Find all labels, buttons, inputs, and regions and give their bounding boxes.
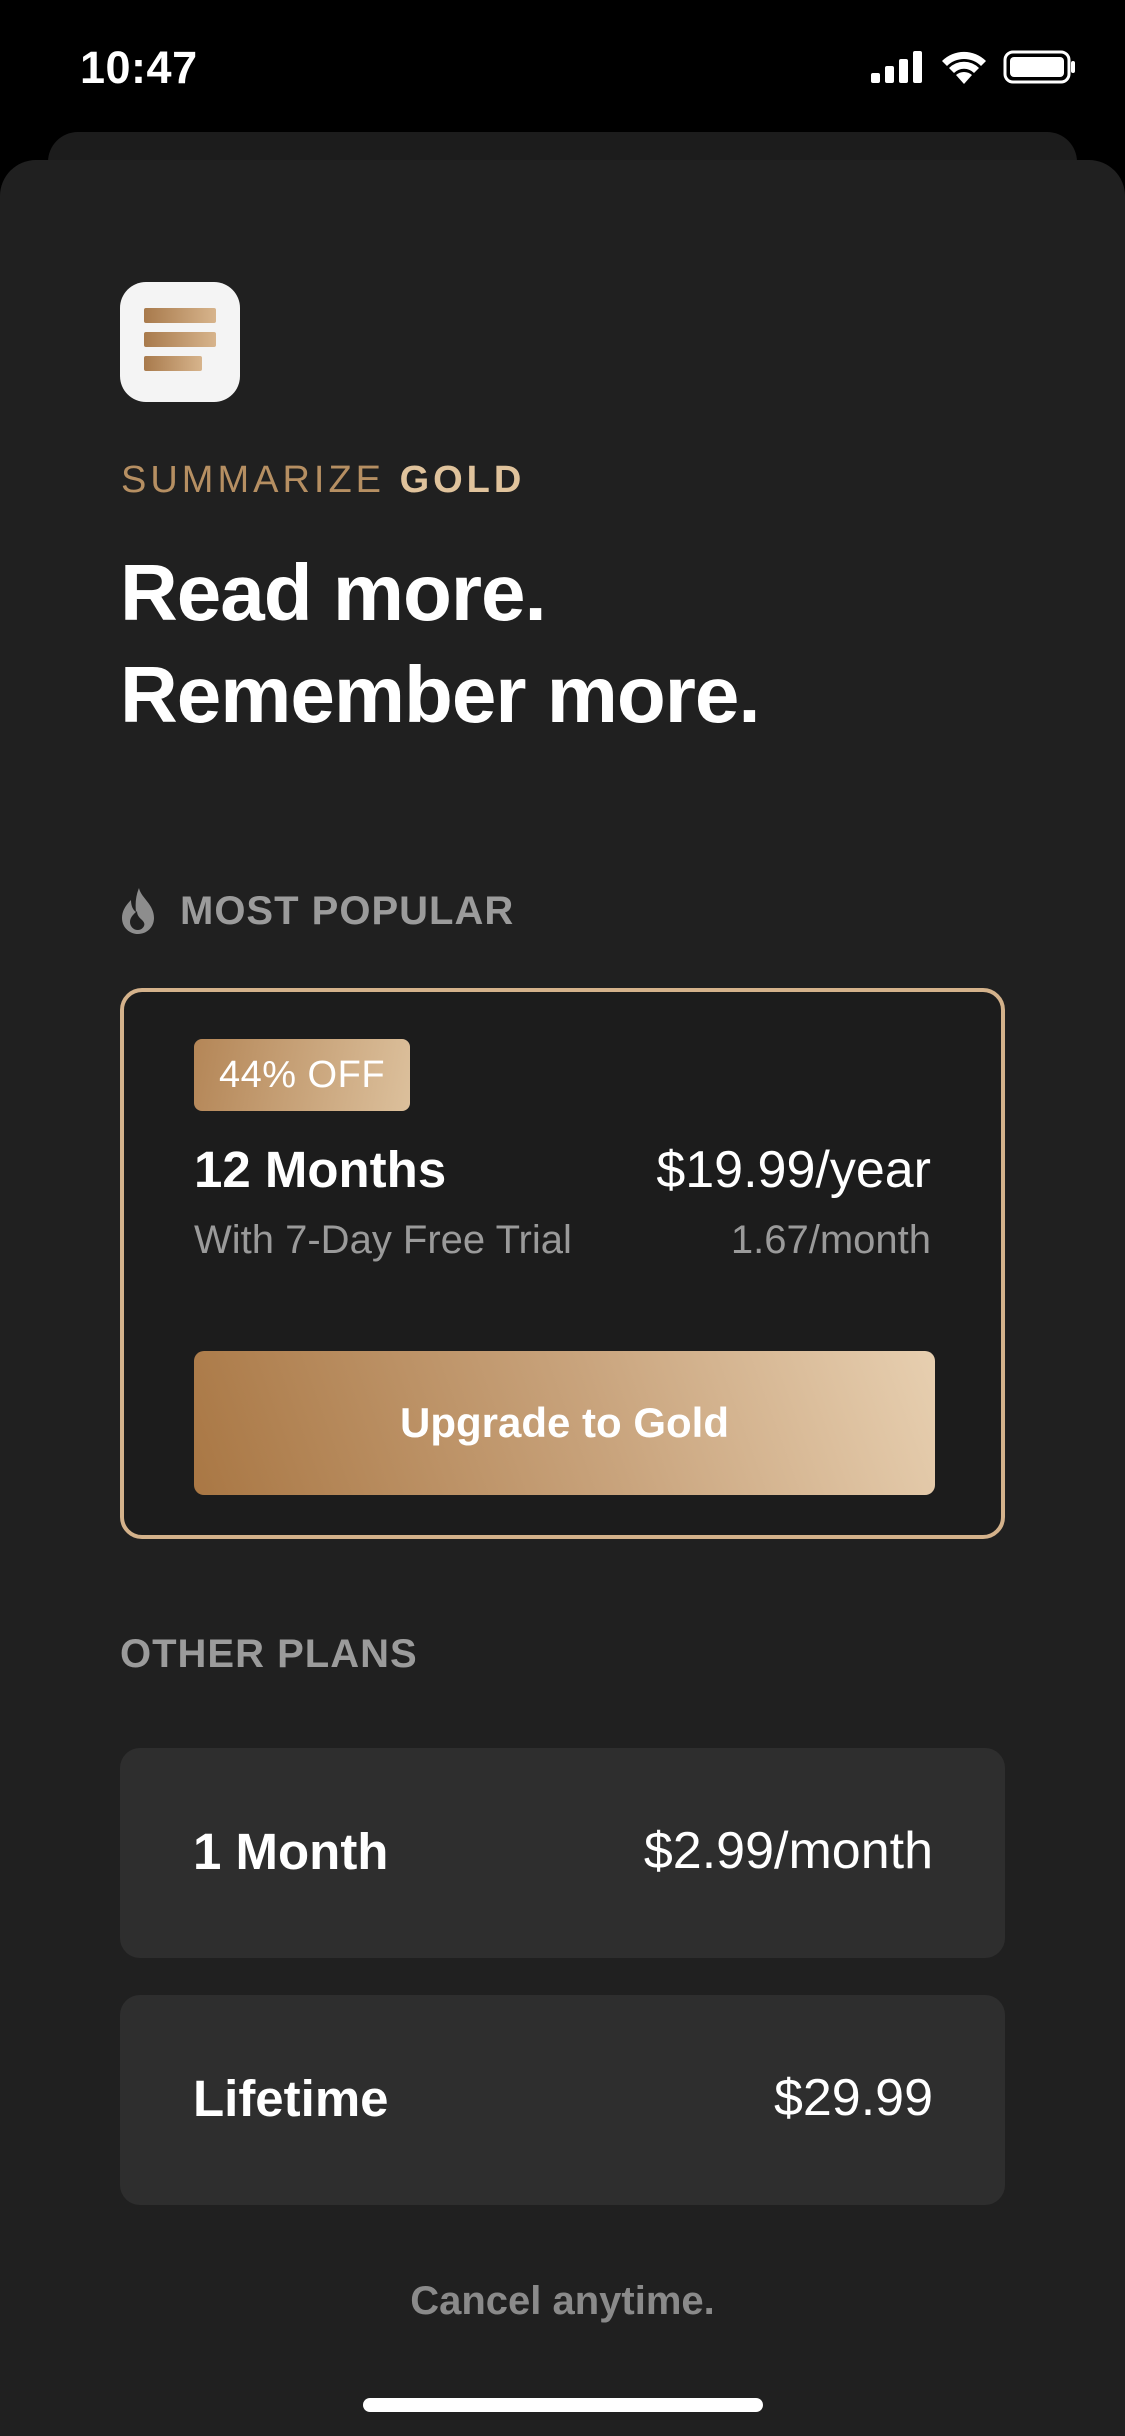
featured-plan-subtitle: With 7-Day Free Trial <box>194 1218 572 1262</box>
plan-option-name: 1 Month <box>193 1823 389 1880</box>
status-icons <box>871 50 1077 84</box>
headline: Read more. Remember more. <box>120 542 761 746</box>
plan-option-name: Lifetime <box>193 2070 389 2127</box>
wifi-icon <box>942 51 986 84</box>
upgrade-to-gold-button[interactable]: Upgrade to Gold <box>194 1351 935 1495</box>
cancel-anytime-note: Cancel anytime. <box>410 2279 715 2323</box>
cellular-signal-icon <box>871 51 922 83</box>
brand-line: SUMMARIZE GOLD <box>121 459 525 502</box>
status-bar: 10:47 <box>0 0 1125 132</box>
status-time: 10:47 <box>80 42 198 93</box>
plan-option-lifetime[interactable]: Lifetime $29.99 <box>120 1995 1005 2205</box>
battery-icon <box>1003 50 1075 84</box>
summarize-app-icon <box>120 282 240 402</box>
plan-option-price: $2.99/month <box>643 1822 933 1880</box>
home-indicator[interactable] <box>363 2398 763 2412</box>
featured-plan-monthly-price: 1.67/month <box>730 1218 931 1262</box>
most-popular-label: MOST POPULAR <box>180 888 515 933</box>
flame-icon <box>122 888 154 934</box>
brand-prefix: SUMMARIZE <box>121 459 385 501</box>
headline-line-1: Read more. <box>120 548 547 637</box>
featured-plan-card[interactable]: 44% OFF 12 Months With 7-Day Free Trial … <box>120 988 1005 1539</box>
featured-plan-name: 12 Months <box>194 1141 447 1198</box>
featured-plan-price: $19.99/year <box>656 1141 931 1199</box>
brand-tier: GOLD <box>399 459 526 501</box>
plan-option-price: $29.99 <box>773 2069 933 2127</box>
discount-badge: 44% OFF <box>194 1039 410 1111</box>
most-popular-header: MOST POPULAR <box>120 888 514 934</box>
other-plans-label: OTHER PLANS <box>120 1632 418 1676</box>
headline-line-2: Remember more. <box>120 650 761 739</box>
plan-option-1-month[interactable]: 1 Month $2.99/month <box>120 1748 1005 1958</box>
